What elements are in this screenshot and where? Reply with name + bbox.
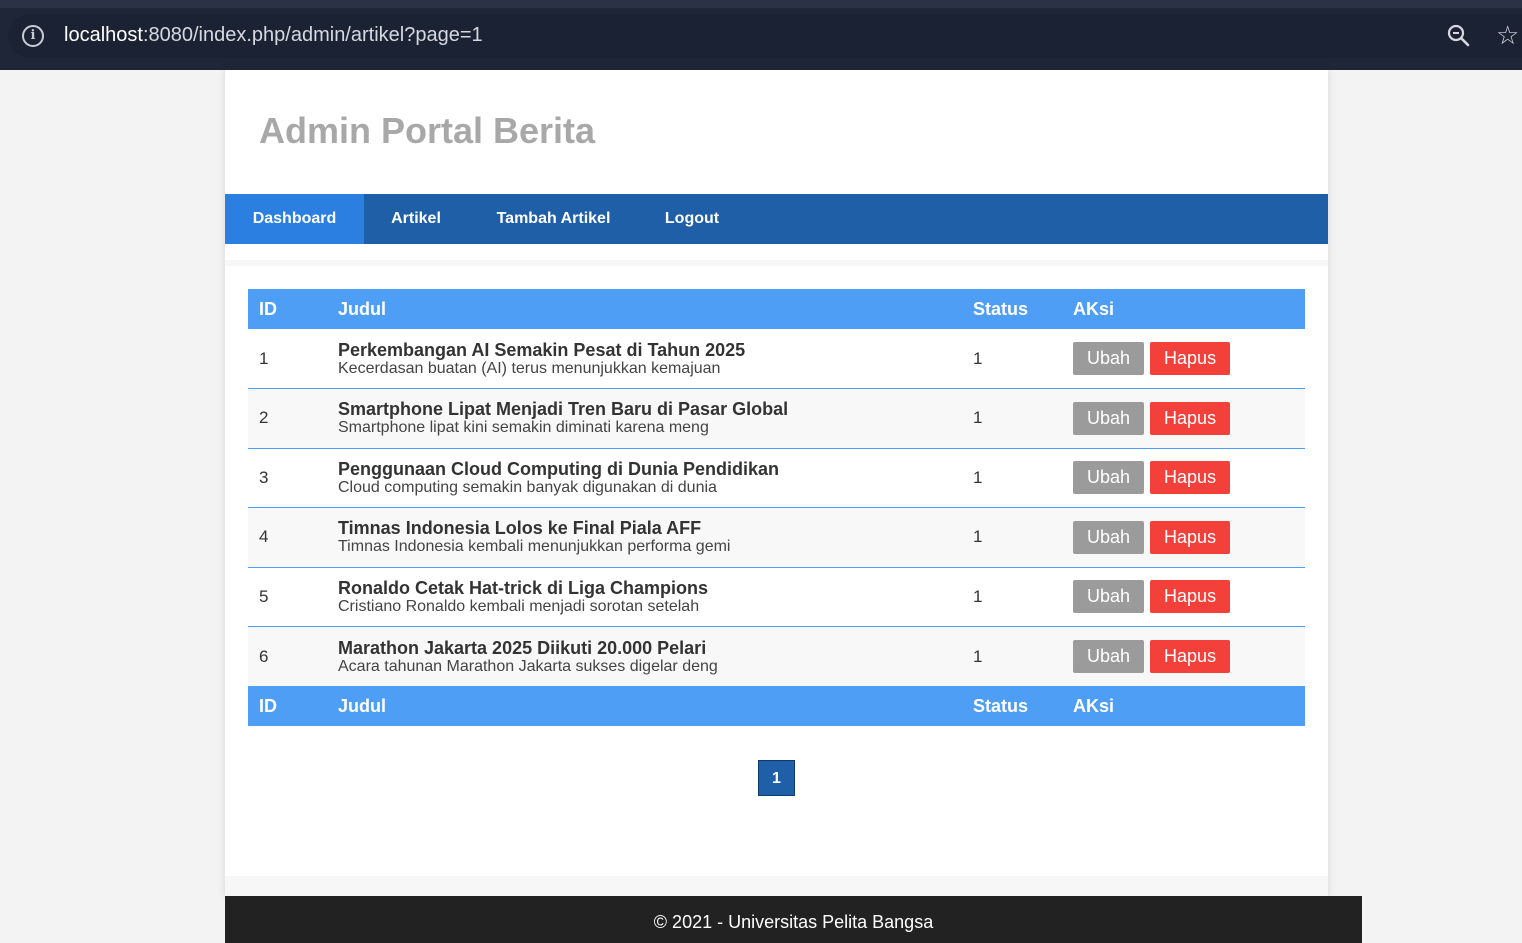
table-header-row: ID Judul Status AKsi bbox=[248, 289, 1305, 329]
cell-id: 1 bbox=[248, 329, 327, 389]
cell-id: 2 bbox=[248, 388, 327, 449]
edit-button[interactable]: Ubah bbox=[1073, 580, 1145, 614]
nav-item-logout[interactable]: Logout bbox=[639, 194, 745, 244]
cell-judul: Penggunaan Cloud Computing di Dunia Pend… bbox=[327, 448, 962, 508]
delete-button[interactable]: Hapus bbox=[1150, 401, 1231, 435]
edit-button[interactable]: Ubah bbox=[1073, 342, 1145, 375]
cell-judul: Marathon Jakarta 2025 Diikuti 20.000 Pel… bbox=[327, 626, 962, 686]
edit-button[interactable]: Ubah bbox=[1073, 520, 1145, 554]
page-title: Admin Portal Berita bbox=[259, 110, 596, 151]
cell-status: 1 bbox=[962, 448, 1062, 508]
cell-aksi: Ubah Hapus bbox=[1062, 448, 1305, 508]
table-footer-row: ID Judul Status AKsi bbox=[248, 686, 1305, 726]
cell-judul: Smartphone Lipat Menjadi Tren Baru di Pa… bbox=[327, 388, 962, 449]
cell-id: 3 bbox=[248, 448, 327, 508]
page-container: Admin Portal Berita Dashboard Artikel Ta… bbox=[225, 70, 1328, 896]
content-divider bbox=[225, 260, 1328, 266]
edit-button[interactable]: Ubah bbox=[1073, 401, 1145, 435]
url-path: :8080/index.php/admin/artikel?page=1 bbox=[142, 24, 483, 46]
url-text[interactable]: localhost:8080/index.php/admin/artikel?p… bbox=[64, 24, 483, 47]
footer-header-aksi: AKsi bbox=[1062, 686, 1305, 726]
info-icon[interactable]: i bbox=[22, 25, 44, 47]
article-title: Perkembangan AI Semakin Pesat di Tahun 2… bbox=[338, 339, 746, 360]
article-title: Timnas Indonesia Lolos ke Final Piala AF… bbox=[338, 518, 702, 539]
article-title: Penggunaan Cloud Computing di Dunia Pend… bbox=[338, 458, 779, 479]
cell-aksi: Ubah Hapus bbox=[1062, 567, 1305, 627]
cell-id: 5 bbox=[248, 567, 327, 627]
delete-button[interactable]: Hapus bbox=[1150, 640, 1231, 673]
cell-status: 1 bbox=[962, 507, 1062, 568]
browser-bar: i localhost:8080/index.php/admin/artikel… bbox=[0, 0, 1522, 70]
pagination-page-1[interactable]: 1 bbox=[758, 760, 795, 796]
delete-button[interactable]: Hapus bbox=[1150, 461, 1231, 495]
cell-aksi: Ubah Hapus bbox=[1062, 507, 1305, 568]
delete-button[interactable]: Hapus bbox=[1150, 342, 1231, 375]
article-excerpt: Cristiano Ronaldo kembali menjadi sorota… bbox=[338, 597, 700, 615]
nav-item-tambah-artikel[interactable]: Tambah Artikel bbox=[468, 194, 639, 244]
table-row: 6 Marathon Jakarta 2025 Diikuti 20.000 P… bbox=[248, 626, 1305, 686]
site-footer: © 2021 - Universitas Pelita Bangsa bbox=[225, 896, 1362, 943]
delete-button[interactable]: Hapus bbox=[1150, 580, 1231, 614]
article-excerpt: Timnas Indonesia kembali menunjukkan per… bbox=[338, 538, 731, 556]
cell-judul: Perkembangan AI Semakin Pesat di Tahun 2… bbox=[327, 329, 962, 389]
table-row: 4 Timnas Indonesia Lolos ke Final Piala … bbox=[248, 507, 1305, 568]
footer-header-judul: Judul bbox=[327, 686, 962, 726]
star-icon[interactable]: ☆ bbox=[1496, 20, 1522, 50]
edit-button[interactable]: Ubah bbox=[1073, 640, 1145, 673]
article-excerpt: Cloud computing semakin banyak digunakan… bbox=[338, 478, 717, 496]
cell-status: 1 bbox=[962, 329, 1062, 389]
article-title: Smartphone Lipat Menjadi Tren Baru di Pa… bbox=[338, 399, 789, 420]
article-excerpt: Smartphone lipat kini semakin diminati k… bbox=[338, 419, 709, 437]
table-row: 5 Ronaldo Cetak Hat-trick di Liga Champi… bbox=[248, 567, 1305, 627]
article-title: Ronaldo Cetak Hat-trick di Liga Champion… bbox=[338, 577, 709, 598]
footer-header-id: ID bbox=[248, 686, 327, 726]
footer-header-status: Status bbox=[962, 686, 1062, 726]
header-id: ID bbox=[248, 289, 327, 329]
cell-id: 6 bbox=[248, 626, 327, 686]
cell-aksi: Ubah Hapus bbox=[1062, 329, 1305, 389]
cell-aksi: Ubah Hapus bbox=[1062, 626, 1305, 686]
nav-item-artikel[interactable]: Artikel bbox=[364, 194, 468, 244]
cell-status: 1 bbox=[962, 626, 1062, 686]
header-judul: Judul bbox=[327, 289, 962, 329]
table-row: 3 Penggunaan Cloud Computing di Dunia Pe… bbox=[248, 448, 1305, 508]
table-row: 2 Smartphone Lipat Menjadi Tren Baru di … bbox=[248, 388, 1305, 449]
header-status: Status bbox=[962, 289, 1062, 329]
edit-button[interactable]: Ubah bbox=[1073, 461, 1145, 495]
footer-divider bbox=[225, 876, 1328, 896]
cell-aksi: Ubah Hapus bbox=[1062, 388, 1305, 449]
zoom-icon[interactable] bbox=[1445, 22, 1473, 50]
cell-id: 4 bbox=[248, 507, 327, 568]
cell-status: 1 bbox=[962, 567, 1062, 627]
article-excerpt: Acara tahunan Marathon Jakarta sukses di… bbox=[338, 657, 718, 675]
cell-judul: Ronaldo Cetak Hat-trick di Liga Champion… bbox=[327, 567, 962, 627]
cell-status: 1 bbox=[962, 388, 1062, 449]
articles-table: ID Judul Status AKsi 1 Perkembangan AI S… bbox=[248, 289, 1305, 726]
url-host: localhost bbox=[64, 24, 143, 46]
header-aksi: AKsi bbox=[1062, 289, 1305, 329]
cell-judul: Timnas Indonesia Lolos ke Final Piala AF… bbox=[327, 507, 962, 568]
article-excerpt: Kecerdasan buatan (AI) terus menunjukkan… bbox=[338, 359, 721, 377]
table-row: 1 Perkembangan AI Semakin Pesat di Tahun… bbox=[248, 329, 1305, 389]
main-nav: Dashboard Artikel Tambah Artikel Logout bbox=[225, 194, 1328, 244]
article-title: Marathon Jakarta 2025 Diikuti 20.000 Pel… bbox=[338, 637, 707, 658]
delete-button[interactable]: Hapus bbox=[1150, 520, 1231, 554]
address-bar[interactable]: i localhost:8080/index.php/admin/artikel… bbox=[8, 14, 1522, 58]
nav-item-dashboard[interactable]: Dashboard bbox=[225, 194, 364, 244]
